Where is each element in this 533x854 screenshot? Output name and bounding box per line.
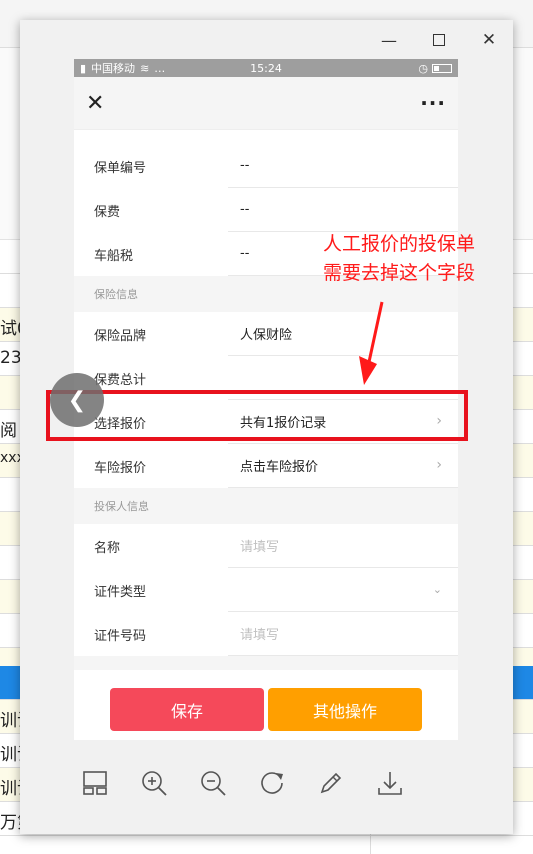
field-value: -- — [228, 144, 458, 188]
maximize-icon[interactable] — [427, 30, 451, 50]
layout-icon[interactable] — [80, 768, 110, 798]
nav-bar: ✕ ··· — [74, 77, 458, 129]
close-icon[interactable]: ✕ — [477, 30, 501, 50]
other-actions-button[interactable]: 其他操作 — [268, 688, 422, 731]
annotation-line-1: 人工报价的投保单 — [323, 233, 476, 255]
annotation-line-2: 需要去掉这个字段 — [323, 262, 476, 284]
field-value: 点击车险报价 — [228, 444, 458, 488]
name-input[interactable]: 请填写 — [228, 524, 458, 568]
more-options-icon[interactable]: ··· — [420, 91, 446, 115]
form-row-auto-quote[interactable]: 车险报价 点击车险报价 › — [74, 444, 458, 488]
bg-cell: 训试 — [0, 745, 20, 765]
spacer — [74, 129, 458, 144]
chevron-down-icon: ⌄ — [432, 583, 442, 596]
back-arrow-icon[interactable]: ❮ — [50, 373, 104, 427]
edit-icon[interactable] — [316, 768, 346, 798]
field-value: -- — [228, 188, 458, 232]
field-label: 车船税 — [94, 248, 134, 264]
bg-cell: 试02 — [0, 319, 20, 339]
bg-cell: xxx — [0, 450, 20, 466]
zoom-out-icon[interactable] — [198, 768, 228, 798]
chevron-right-icon: › — [436, 457, 442, 473]
section-header-applicant: 投保人信息 — [74, 488, 458, 524]
bg-cell: 阅 — [0, 421, 17, 441]
field-label: 车险报价 — [94, 460, 147, 476]
close-page-icon[interactable]: ✕ — [86, 91, 104, 116]
battery-icon — [432, 63, 452, 73]
status-time: 15:24 — [250, 61, 282, 75]
field-label: 名称 — [94, 540, 121, 556]
form-row-insurance-brand[interactable]: 保险品牌 人保财险 — [74, 312, 458, 356]
bg-cell: 23 — [0, 348, 20, 368]
form-row-policy-number: 保单编号 -- — [74, 144, 458, 188]
minimize-icon[interactable]: — — [377, 30, 401, 50]
highlight-box — [46, 390, 468, 441]
bg-cell: 训试 — [0, 711, 20, 731]
spacer — [74, 656, 458, 670]
status-bar: ▮ 中国移动 ≋ … 15:24 ◷ — [74, 59, 458, 77]
save-button[interactable]: 保存 — [110, 688, 264, 731]
field-value: 人保财险 — [228, 312, 458, 356]
field-label: 证件类型 — [94, 584, 147, 600]
field-label: 保单编号 — [94, 160, 147, 176]
bg-cell: 万第 — [0, 813, 20, 833]
field-label: 证件号码 — [94, 628, 147, 644]
annotation-arrow — [359, 301, 384, 385]
id-number-input[interactable]: 请填写 — [228, 612, 458, 656]
form-row-premium: 保费 -- — [74, 188, 458, 232]
applicant-info-group: 名称 请填写 证件类型 ⌄ 证件号码 请填写 — [74, 524, 458, 656]
zoom-in-icon[interactable] — [139, 768, 169, 798]
download-icon[interactable] — [375, 768, 405, 798]
form-row-name[interactable]: 名称 请填写 — [74, 524, 458, 568]
viewer-toolbar — [80, 768, 405, 798]
footer-buttons: 保存 其他操作 — [74, 677, 458, 740]
field-label: 保费 — [94, 204, 121, 220]
id-type-select[interactable] — [228, 568, 458, 612]
field-label: 保险品牌 — [94, 328, 147, 344]
annotation-text: 人工报价的投保单 需要去掉这个字段 — [323, 230, 475, 288]
rotate-icon[interactable] — [257, 768, 287, 798]
form-row-id-number[interactable]: 证件号码 请填写 — [74, 612, 458, 656]
form-row-id-type[interactable]: 证件类型 ⌄ — [74, 568, 458, 612]
bg-cell: 训试 — [0, 779, 20, 799]
